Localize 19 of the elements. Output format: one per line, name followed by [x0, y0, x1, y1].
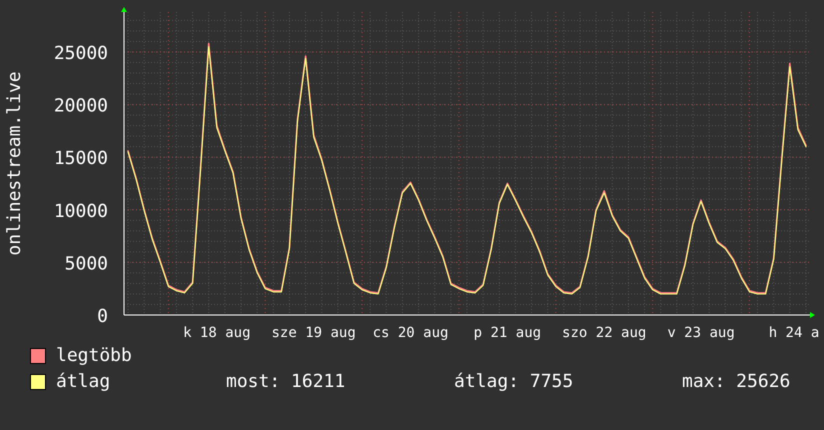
- y-axis-title: onlinestream.live: [4, 71, 25, 256]
- x-tick-label: p 21 aug: [474, 325, 542, 341]
- x-tick-label: v 23 aug: [667, 325, 735, 341]
- legend-label: átlag: [56, 371, 112, 393]
- x-tick-label: k 18 aug: [183, 325, 251, 341]
- x-tick-label: h 24 a: [768, 325, 820, 341]
- x-tick-label: szo 22 aug: [562, 325, 646, 341]
- x-tick-label: cs 20 aug: [372, 325, 448, 341]
- legend-stat: max: 25626: [682, 371, 790, 393]
- y-tick-label: 15000: [54, 148, 108, 170]
- y-tick-label: 5000: [64, 253, 108, 274]
- y-tick-label: 25000: [54, 42, 108, 64]
- legend-label: legtöbb: [56, 345, 133, 367]
- legend-stat: átlag: 7755: [454, 371, 574, 393]
- y-tick-label: 20000: [54, 96, 108, 117]
- x-tick-label: sze 19 aug: [272, 325, 356, 341]
- y-tick-label: 10000: [54, 200, 108, 222]
- y-tick-label: 0: [97, 306, 108, 327]
- legend-stat: most: 16211: [226, 371, 346, 393]
